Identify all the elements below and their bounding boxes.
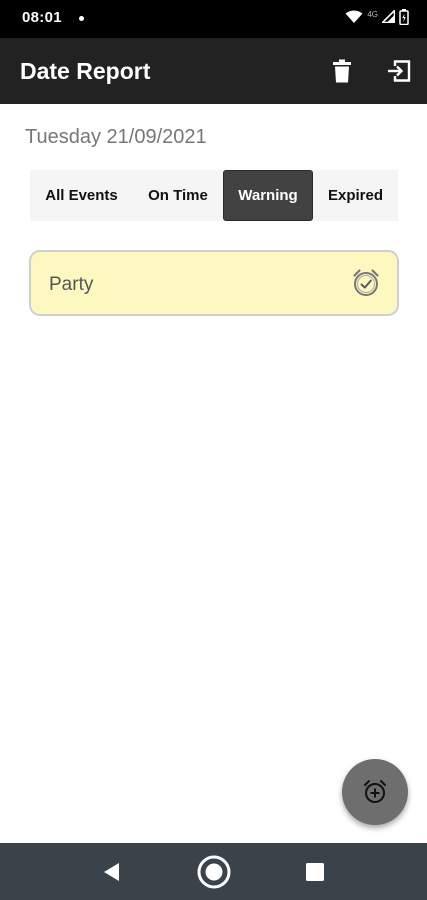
- back-icon: [104, 863, 119, 881]
- home-icon: [197, 855, 231, 889]
- event-card[interactable]: Party: [29, 250, 399, 316]
- cellular-signal-icon: [380, 8, 396, 28]
- status-bar: 08:01 4G: [0, 0, 427, 38]
- system-nav-bar: [0, 843, 427, 900]
- exit-button[interactable]: [385, 57, 413, 85]
- delete-button[interactable]: [328, 57, 356, 85]
- exit-icon: [388, 60, 411, 82]
- notification-dot-icon: [79, 16, 84, 21]
- filter-tabs: All Events On Time Warning Expired: [30, 170, 398, 221]
- wifi-icon: [345, 10, 363, 29]
- add-alarm-button[interactable]: [342, 759, 408, 825]
- nav-recents-button[interactable]: [298, 855, 332, 889]
- date-heading: Tuesday 21/09/2021: [25, 126, 207, 148]
- alarm-check-icon: [351, 268, 381, 298]
- tab-warning[interactable]: Warning: [223, 170, 313, 221]
- alarm-add-icon: [364, 780, 386, 803]
- tab-all-events[interactable]: All Events: [30, 170, 133, 221]
- tab-on-time[interactable]: On Time: [133, 170, 223, 221]
- nav-back-button[interactable]: [95, 855, 129, 889]
- battery-icon: [399, 8, 409, 30]
- status-icons: 4G: [345, 8, 409, 30]
- network-type-label: 4G: [367, 9, 378, 19]
- tab-expired[interactable]: Expired: [313, 170, 398, 221]
- status-time: 08:01: [22, 9, 62, 26]
- nav-home-button[interactable]: [197, 855, 231, 889]
- event-name: Party: [49, 274, 94, 295]
- recents-icon: [306, 863, 324, 881]
- page-title: Date Report: [20, 58, 151, 84]
- trash-icon: [333, 59, 351, 83]
- app-bar: Date Report: [0, 38, 427, 104]
